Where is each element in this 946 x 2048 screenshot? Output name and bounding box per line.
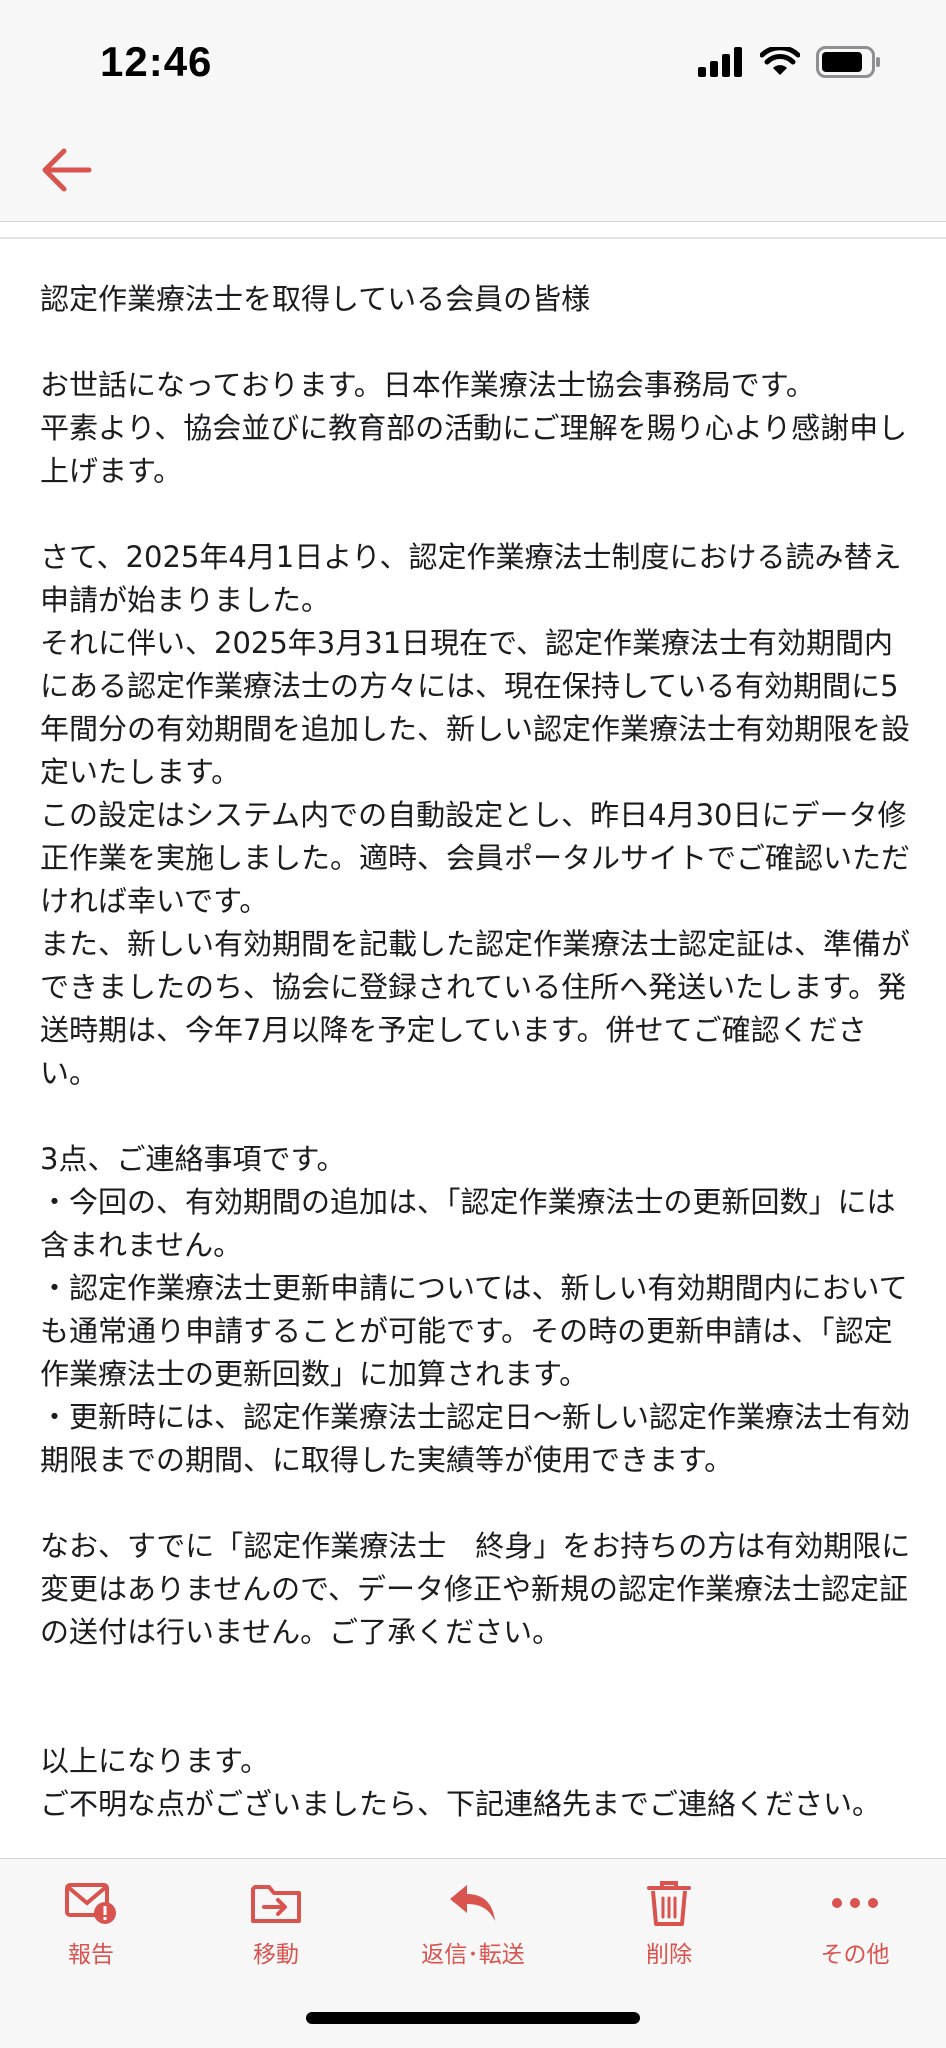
delete-button[interactable]: 削除 [604,1877,734,1969]
reply-forward-label: 返信･転送 [421,1942,525,1968]
battery-icon [816,46,880,78]
report-button[interactable]: 報告 [26,1877,156,1969]
more-label: その他 [820,1942,890,1968]
reply-forward-button[interactable]: 返信･転送 [408,1877,538,1969]
move-label: 移動 [253,1942,299,1968]
lifetime-note-paragraph: なお、すでに「認定作業療法士 終身」をお持ちの方は有効期限に変更はありませんので… [40,1529,911,1649]
mail-body: 認定作業療法士を取得している会員の皆様 お世話になっております。日本作業療法士協… [40,278,912,1856]
status-time: 12:46 [100,38,213,85]
home-indicator [306,2012,640,2024]
trash-icon [647,1881,691,1926]
reply-arrow-icon [450,1885,495,1921]
folder-move-icon [251,1885,301,1923]
wifi-icon [760,47,800,75]
salutation: 認定作業療法士を取得している会員の皆様 [40,282,591,316]
move-button[interactable]: 移動 [211,1877,341,1969]
cellular-signal-icon [698,47,742,77]
back-button[interactable] [36,140,96,200]
status-icons [698,46,882,78]
more-button[interactable]: その他 [790,1877,920,1969]
delete-label: 削除 [646,1942,692,1968]
arrow-left-icon [42,148,92,192]
more-dots-icon [832,1898,878,1908]
report-mail-icon [65,1883,116,1924]
main-paragraph: さて、2025年4月1日より、認定作業療法士制度における読み替え申請が始まりまし… [40,540,911,1090]
status-bar: 12:46 [0,0,946,120]
nav-bar [0,120,946,222]
header-divider [0,237,946,239]
greeting-paragraph: お世話になっております。日本作業療法士協会事務局です。 平素より、協会並びに教育… [40,368,908,488]
closing-paragraph: 以上になります。 ご不明な点がございましたら、下記連絡先までご連絡ください。 [40,1744,882,1821]
report-label: 報告 [68,1942,114,1968]
notice-points-paragraph: 3点、ご連絡事項です。 ・今回の、有効期間の追加は、「認定作業療法士の更新回数」… [40,1142,911,1477]
